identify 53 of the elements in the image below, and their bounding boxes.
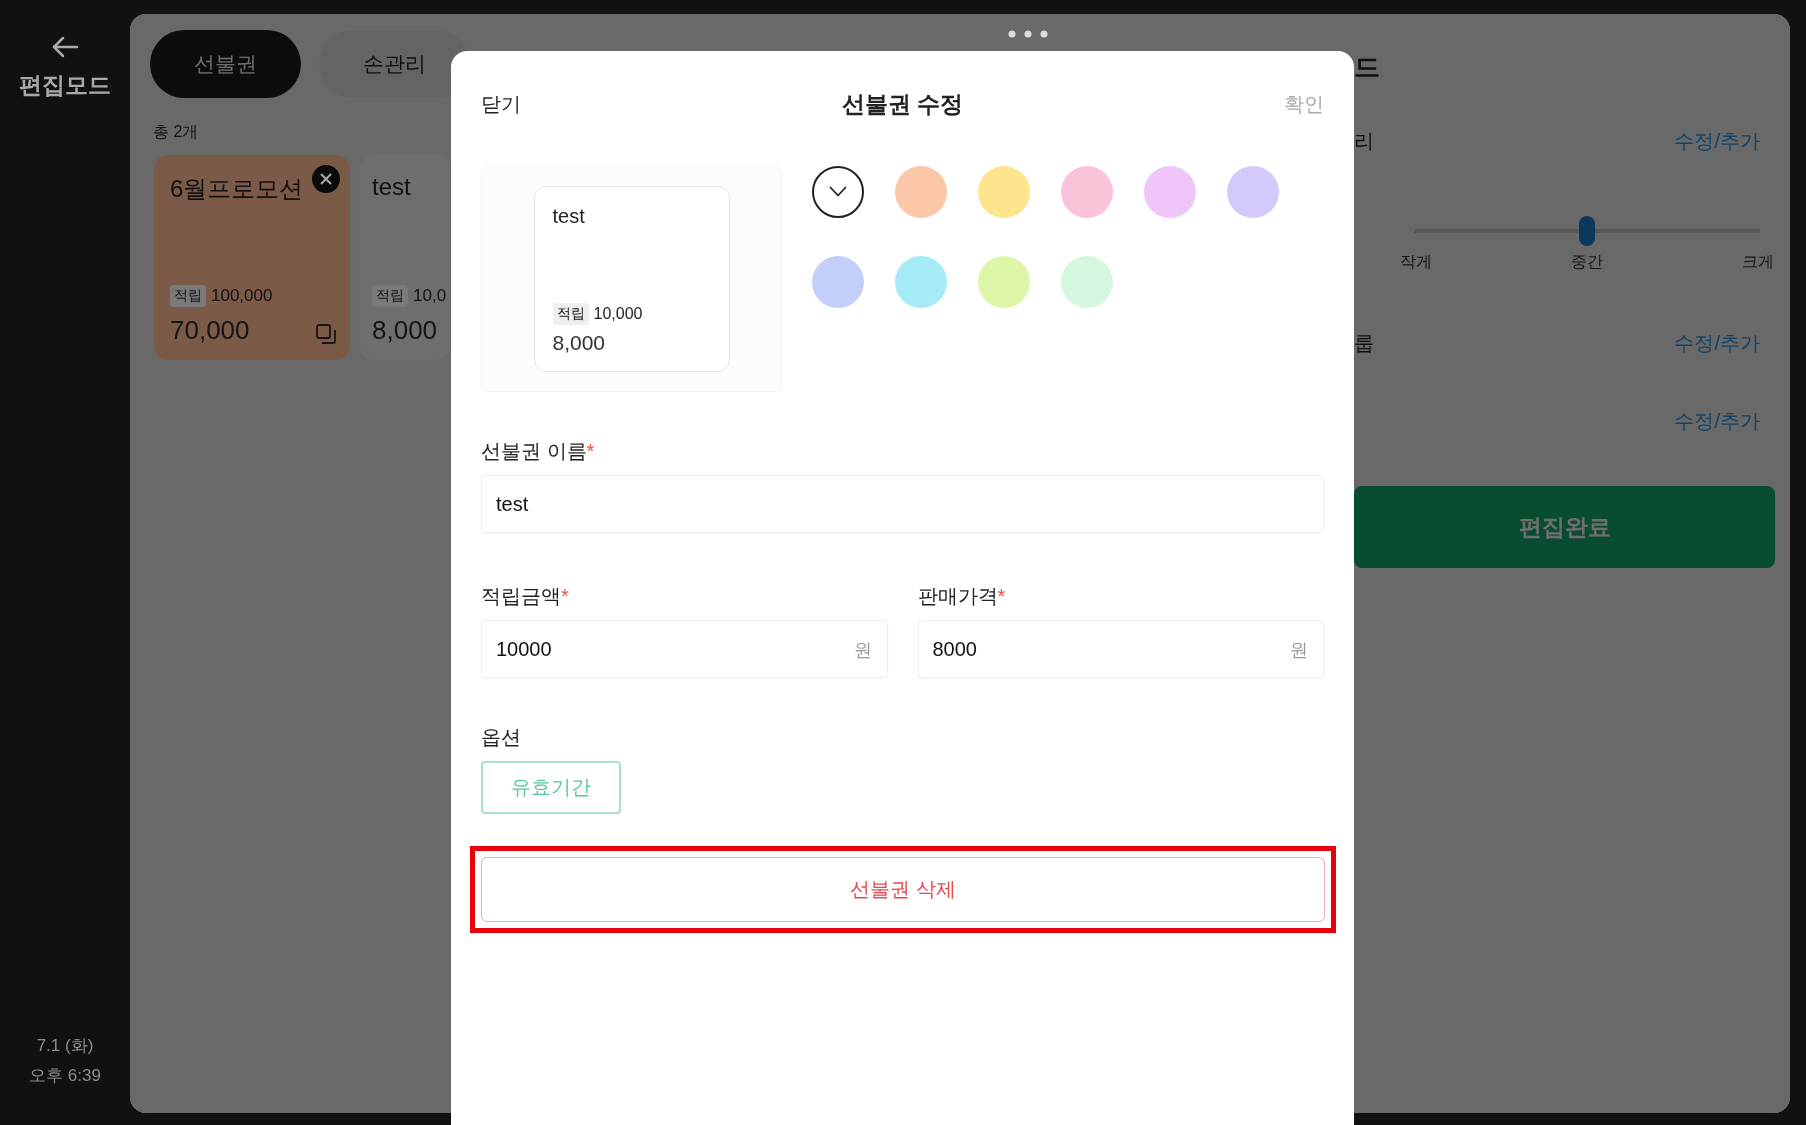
dialog-title: 선불권 수정 (841, 90, 964, 119)
slider-label: 크게 (1742, 252, 1774, 272)
field-label: 선불권 이름* (481, 439, 596, 464)
item-count: 총 2개 (153, 122, 200, 142)
card-name: 6월프로모션 (170, 174, 304, 204)
slider-label: 중간 (1571, 252, 1603, 272)
back-arrow-icon[interactable] (51, 36, 79, 58)
color-swatch[interactable] (1061, 256, 1113, 308)
color-swatch[interactable] (1061, 166, 1113, 218)
option-button[interactable]: 유효기간 (481, 761, 621, 814)
accrual-amount: 10,0 (413, 286, 447, 306)
section-title: 드 (1354, 51, 1380, 84)
sidebar-title: 편집모드 (19, 71, 111, 100)
category-tab[interactable]: 선불권 (150, 30, 301, 98)
setting-label: 리 (1354, 128, 1374, 154)
color-swatch[interactable] (812, 166, 864, 218)
color-swatch[interactable] (895, 166, 947, 218)
accrual-tag: 적립 (552, 303, 589, 325)
handle-dots-icon (1008, 30, 1048, 38)
accrual-tag: 적립 (170, 285, 206, 307)
color-swatch[interactable] (895, 256, 947, 308)
done-button[interactable]: 편집완료 (1354, 486, 1775, 568)
color-swatch[interactable] (1144, 166, 1196, 218)
options-label: 옵션 (481, 725, 522, 750)
card-price: 8,000 (372, 315, 438, 346)
voucher-card[interactable]: 6월프로모션 적립 100,000 70,000 (154, 155, 350, 360)
color-swatch[interactable] (812, 256, 864, 308)
color-swatch[interactable] (1227, 166, 1279, 218)
field-label: 적립금액* (481, 584, 570, 609)
slider-thumb[interactable] (1579, 216, 1595, 246)
unit-label: 원 (1290, 639, 1308, 662)
date-text: 7.1 (화) (36, 1035, 94, 1057)
voucher-card[interactable]: test 적립 10,0 8,000 (360, 155, 451, 360)
close-button[interactable]: 닫기 (481, 91, 521, 118)
input-field[interactable]: test (481, 475, 1324, 533)
close-icon[interactable] (312, 165, 340, 193)
card-name: test (372, 173, 411, 201)
setting-label: 룹 (1354, 330, 1374, 356)
color-swatch[interactable] (978, 166, 1030, 218)
slider-label: 작게 (1400, 252, 1432, 272)
delete-button[interactable]: 선불권 삭제 (481, 857, 1325, 922)
card-price: 8,000 (552, 331, 607, 355)
copy-icon[interactable] (316, 324, 336, 344)
field-label: 판매가격* (917, 584, 1007, 609)
color-swatch[interactable] (978, 256, 1030, 308)
card-price: 70,000 (170, 315, 250, 346)
accrual-tag: 적립 (372, 285, 408, 307)
check-icon (829, 186, 847, 198)
accrual-amount: 10,000 (593, 305, 643, 323)
time-text: 오후 6:39 (29, 1065, 101, 1087)
card-name: test (552, 205, 586, 228)
accrual-amount: 100,000 (211, 286, 273, 306)
unit-label: 원 (853, 639, 872, 662)
